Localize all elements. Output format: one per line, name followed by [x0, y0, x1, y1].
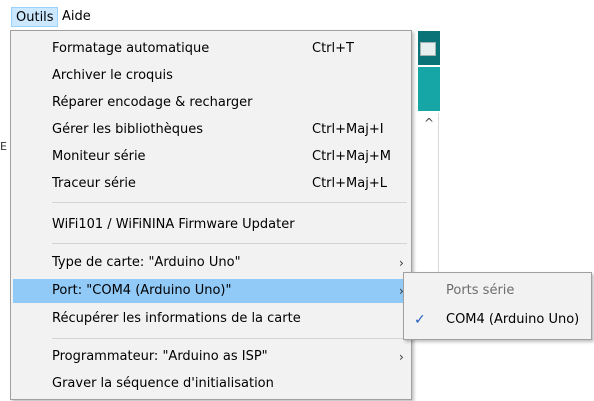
- menu-item-recuperer-informations[interactable]: Récupérer les informations de la carte: [13, 307, 409, 331]
- menu-item-gerer-bibliotheques[interactable]: Gérer les bibliothèques Ctrl+Maj+I: [13, 118, 409, 142]
- menu-item-label: Traceur série: [52, 176, 136, 191]
- menu-bar: Outils Aide: [0, 0, 594, 30]
- menu-item-label: Programmateur: "Arduino as ISP": [52, 349, 268, 364]
- menu-item-graver-sequence[interactable]: Graver la séquence d'initialisation: [13, 372, 409, 396]
- menu-item-label: Gérer les bibliothèques: [52, 122, 204, 137]
- menu-item-shortcut: Ctrl+Maj+L: [312, 176, 387, 191]
- submenu-item-label: COM4 (Arduino Uno): [446, 312, 580, 327]
- menu-item-label: Récupérer les informations de la carte: [52, 311, 301, 326]
- menu-item-label: Formatage automatique: [52, 41, 210, 56]
- menu-item-label: Archiver le croquis: [52, 68, 173, 83]
- menu-item-label: Type de carte: "Arduino Uno": [52, 255, 241, 270]
- checkmark-icon: ✓: [414, 312, 426, 328]
- menu-item-port[interactable]: Port: "COM4 (Arduino Uno)" ›: [13, 279, 409, 303]
- menu-item-firmware-updater[interactable]: WiFi101 / WiFiNINA Firmware Updater: [13, 213, 409, 237]
- editor-gutter-mark: E: [0, 140, 7, 153]
- menu-item-archiver-le-croquis[interactable]: Archiver le croquis: [13, 64, 409, 88]
- scroll-up-icon[interactable]: ^: [421, 115, 437, 131]
- menu-separator: [52, 202, 407, 203]
- menu-separator: [52, 243, 407, 244]
- menu-item-formatage-automatique[interactable]: Formatage automatique Ctrl+T: [13, 37, 409, 61]
- menu-item-type-de-carte[interactable]: Type de carte: "Arduino Uno" ›: [13, 251, 409, 275]
- menu-item-label: Moniteur série: [52, 149, 146, 164]
- submenu-item-com4[interactable]: ✓ COM4 (Arduino Uno): [406, 307, 589, 333]
- menu-item-moniteur-serie[interactable]: Moniteur série Ctrl+Maj+M: [13, 145, 409, 169]
- menu-item-shortcut: Ctrl+Maj+I: [312, 122, 384, 137]
- menu-item-label: Réparer encodage & recharger: [52, 95, 253, 110]
- menu-item-shortcut: Ctrl+Maj+M: [312, 149, 391, 164]
- editor-divider: [438, 113, 439, 273]
- menu-aide[interactable]: Aide: [58, 7, 98, 27]
- port-submenu: Ports série ✓ COM4 (Arduino Uno): [403, 272, 592, 340]
- menu-outils[interactable]: Outils: [11, 7, 58, 27]
- toolbar-button-fragment[interactable]: [420, 42, 436, 56]
- menu-item-programmateur[interactable]: Programmateur: "Arduino as ISP" ›: [13, 345, 409, 369]
- chevron-right-icon: ›: [399, 350, 404, 364]
- menu-item-label: WiFi101 / WiFiNINA Firmware Updater: [52, 217, 295, 232]
- menu-item-traceur-serie[interactable]: Traceur série Ctrl+Maj+L: [13, 172, 409, 196]
- outils-dropdown-menu: Formatage automatique Ctrl+T Archiver le…: [10, 30, 412, 400]
- menu-item-label: Port: "COM4 (Arduino Uno)": [52, 283, 232, 298]
- menu-item-label: Graver la séquence d'initialisation: [52, 376, 274, 391]
- menu-separator: [52, 338, 407, 339]
- menu-item-reparer-encodage[interactable]: Réparer encodage & recharger: [13, 91, 409, 115]
- submenu-header-ports-serie: Ports série: [446, 283, 515, 298]
- menu-item-shortcut: Ctrl+T: [312, 41, 354, 56]
- editor-tabs-background: [418, 67, 440, 111]
